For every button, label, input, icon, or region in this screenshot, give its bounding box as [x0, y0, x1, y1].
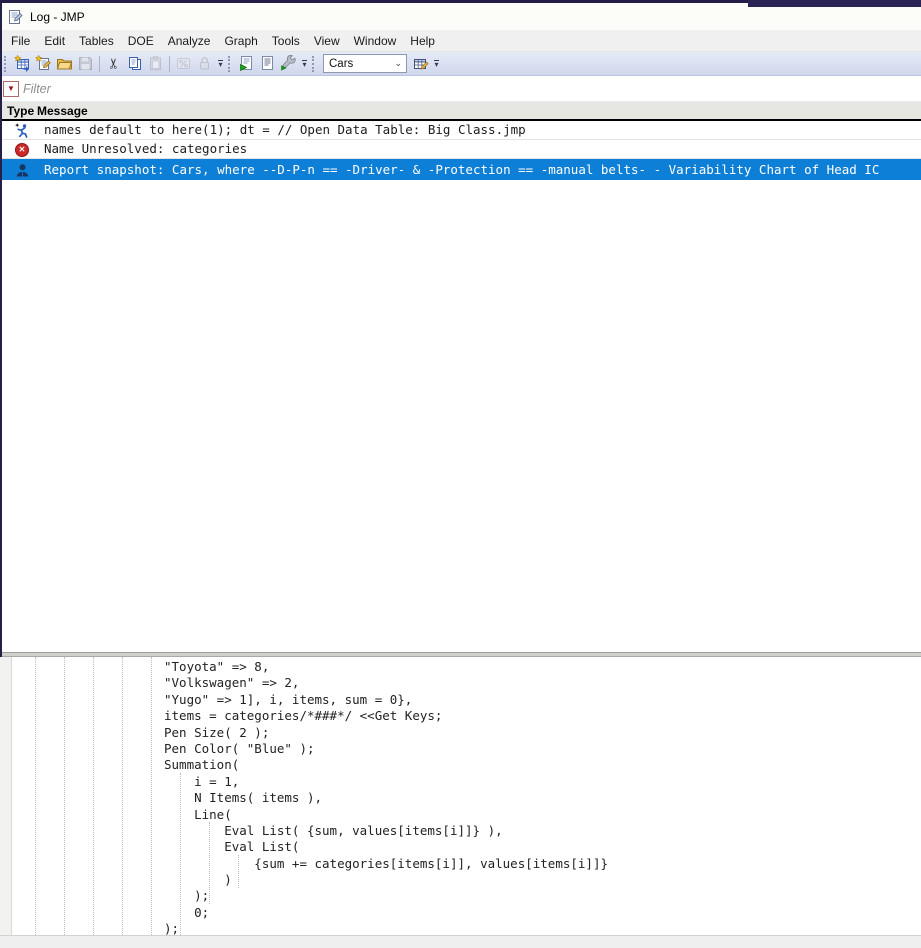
- log-message-line: dt =: [239, 122, 270, 137]
- menu-view[interactable]: View: [307, 31, 347, 51]
- table-selector-dropdown[interactable]: Cars ⌄: [323, 54, 407, 73]
- menu-graph[interactable]: Graph: [217, 31, 264, 51]
- snapshot-person-icon: [14, 162, 31, 179]
- log-entry-error[interactable]: ✕ Name Unresolved: categories: [0, 140, 921, 159]
- paste-icon[interactable]: [145, 54, 166, 74]
- menu-file[interactable]: File: [4, 31, 37, 51]
- lock-icon[interactable]: [194, 54, 215, 74]
- tools-wrench-icon[interactable]: [278, 54, 299, 74]
- layout-icon[interactable]: [173, 54, 194, 74]
- log-message-line: Report snapshot: Cars, where --D-P-n == …: [44, 162, 880, 177]
- log-message-line: // Open Data Table: Big Class.jmp: [277, 122, 526, 137]
- code-line: 0;: [21, 904, 210, 920]
- new-script-icon[interactable]: [33, 54, 54, 74]
- copy-icon[interactable]: [124, 54, 145, 74]
- script-code-pane[interactable]: "Toyota" => 8, "Volkswagen" => 2, "Yugo"…: [0, 657, 921, 935]
- log-entry-snapshot-selected[interactable]: Report snapshot: Cars, where --D-P-n == …: [0, 159, 921, 180]
- log-message-line: names default to here(1);: [44, 122, 233, 137]
- code-line: ): [21, 872, 232, 888]
- code-line: i = 1,: [21, 773, 240, 789]
- code-line: items = categories/*###*/ <<Get Keys;: [21, 708, 443, 724]
- filter-bar: ▼: [0, 76, 921, 102]
- cut-glyph: ✂: [104, 57, 121, 70]
- menu-analyze[interactable]: Analyze: [161, 31, 218, 51]
- window-top-right-accent: [748, 0, 921, 7]
- toolbar-separator: [99, 55, 100, 72]
- code-line: Pen Size( 2 );: [21, 724, 270, 740]
- overflow-glyph: ▾: [434, 60, 439, 69]
- column-header-message: Message: [37, 103, 88, 118]
- menu-bar: File Edit Tables DOE Analyze Graph Tools…: [0, 30, 921, 52]
- overflow-glyph: ▾: [302, 60, 307, 69]
- menu-help[interactable]: Help: [403, 31, 442, 51]
- filter-dropdown-icon: ▼: [7, 84, 15, 93]
- error-icon: ✕: [14, 141, 31, 158]
- run-script-icon[interactable]: [236, 54, 257, 74]
- code-line: Eval List(: [21, 839, 300, 855]
- menu-window[interactable]: Window: [347, 31, 404, 51]
- menu-doe[interactable]: DOE: [121, 31, 161, 51]
- toolbar-separator: [169, 55, 170, 72]
- code-line: );: [21, 888, 210, 904]
- toolbar-grip[interactable]: [312, 55, 316, 72]
- code-line: N Items( items ),: [21, 790, 323, 806]
- log-column-header: Type Message: [0, 102, 921, 121]
- log-entry-script[interactable]: names default to here(1); dt = // Open D…: [0, 121, 921, 140]
- menu-tools[interactable]: Tools: [265, 31, 307, 51]
- running-man-icon: [14, 122, 31, 139]
- code-line: "Yugo" => 1], i, items, sum = 0},: [21, 691, 413, 707]
- code-line: Line(: [21, 806, 232, 822]
- toolbar-overflow-button[interactable]: ▾: [215, 55, 226, 73]
- code-lines: "Toyota" => 8, "Volkswagen" => 2, "Yugo"…: [0, 659, 921, 935]
- log-list: names default to here(1); dt = // Open D…: [0, 121, 921, 652]
- filter-input[interactable]: [23, 78, 918, 99]
- toolbar: ✂ ▾ ▾ Cars ⌄ ▾: [0, 52, 921, 76]
- open-log-icon[interactable]: [257, 54, 278, 74]
- log-message-line: Name Unresolved: categories: [44, 141, 248, 156]
- new-data-table-icon[interactable]: [12, 54, 33, 74]
- toolbar-overflow-button[interactable]: ▾: [299, 55, 310, 73]
- table-selector-value: Cars: [329, 57, 354, 70]
- cut-icon[interactable]: ✂: [103, 54, 124, 74]
- overflow-glyph: ▾: [218, 60, 223, 69]
- column-header-type: Type: [7, 103, 35, 118]
- window-left-border: [0, 0, 2, 657]
- code-line: );: [21, 921, 180, 935]
- save-icon[interactable]: [75, 54, 96, 74]
- window-title: Log - JMP: [30, 9, 85, 24]
- code-line: {sum += categories[items[i]], values[ite…: [21, 855, 608, 871]
- title-bar: Log - JMP: [0, 3, 921, 30]
- toolbar-grip[interactable]: [228, 55, 232, 72]
- status-bar: [0, 935, 921, 948]
- filter-dropdown-button[interactable]: ▼: [3, 80, 19, 97]
- code-line: "Volkswagen" => 2,: [21, 675, 300, 691]
- code-line: Eval List( {sum, values[items[i]]} ),: [21, 822, 503, 838]
- toolbar-overflow-button[interactable]: ▾: [431, 55, 442, 73]
- code-line: Summation(: [21, 757, 240, 773]
- log-window: Log - JMP File Edit Tables DOE Analyze G…: [0, 0, 921, 948]
- log-document-icon: [7, 9, 23, 25]
- toolbar-grip[interactable]: [4, 55, 8, 72]
- menu-tables[interactable]: Tables: [72, 31, 121, 51]
- menu-edit[interactable]: Edit: [37, 31, 72, 51]
- edit-table-icon[interactable]: [410, 54, 431, 74]
- code-line: Pen Color( "Blue" );: [21, 740, 315, 756]
- chevron-down-icon: ⌄: [394, 58, 402, 68]
- open-folder-icon[interactable]: [54, 54, 75, 74]
- code-line: "Toyota" => 8,: [21, 659, 270, 674]
